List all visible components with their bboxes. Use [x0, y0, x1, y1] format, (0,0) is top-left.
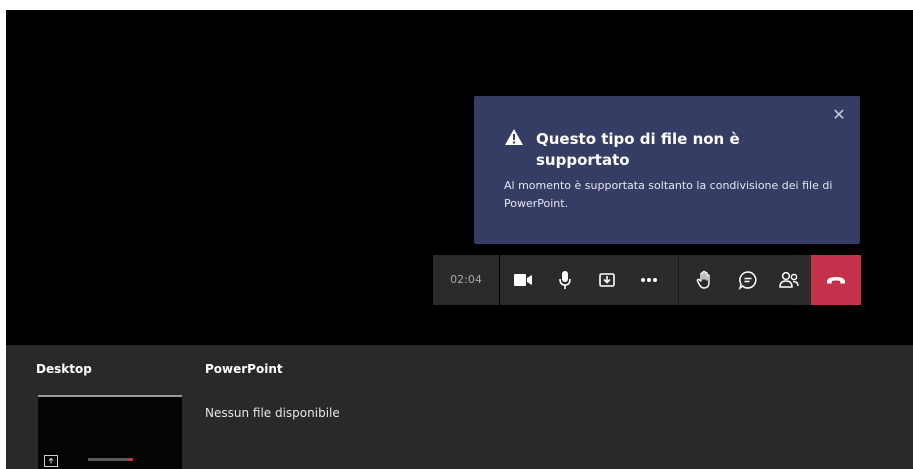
camera-icon: [514, 274, 532, 286]
toast-message: Al momento è supportata soltanto la cond…: [504, 179, 833, 210]
powerpoint-empty-message: Nessun file disponibile: [205, 406, 340, 420]
desktop-section-label: Desktop: [36, 362, 92, 376]
hang-up-button[interactable]: [811, 255, 861, 305]
raise-hand-button[interactable]: [679, 255, 729, 305]
call-buttons: [500, 255, 861, 305]
warning-icon: [505, 129, 523, 145]
share-tray: Desktop PowerPoint Nessun file disponibi…: [6, 345, 913, 469]
participants-button[interactable]: [767, 255, 811, 305]
thumbnail-taskbar: [88, 458, 132, 461]
close-icon[interactable]: ✕: [830, 106, 848, 124]
call-timer: 02:04: [433, 255, 499, 305]
error-toast: ✕ Questo tipo di file non è supportato A…: [474, 96, 860, 244]
more-options-button[interactable]: [630, 255, 668, 305]
share-screen-icon: [44, 455, 58, 467]
microphone-icon: [559, 271, 571, 289]
toast-title: Questo tipo di file non è supportato: [536, 130, 740, 169]
desktop-thumbnail[interactable]: [38, 395, 182, 469]
thumbnail-hangup-mark: [128, 458, 133, 461]
share-tray-button[interactable]: [584, 255, 630, 305]
chat-button[interactable]: [729, 255, 767, 305]
powerpoint-section-label: PowerPoint: [205, 362, 283, 376]
raise-hand-icon: [696, 270, 710, 289]
share-tray-icon: [599, 273, 615, 287]
call-controls-bar: 02:04: [433, 255, 861, 305]
camera-button[interactable]: [500, 255, 546, 305]
chat-icon: [738, 271, 757, 290]
participants-icon: [779, 271, 799, 288]
microphone-button[interactable]: [546, 255, 584, 305]
more-icon: [641, 278, 657, 282]
hang-up-icon: [827, 277, 845, 284]
